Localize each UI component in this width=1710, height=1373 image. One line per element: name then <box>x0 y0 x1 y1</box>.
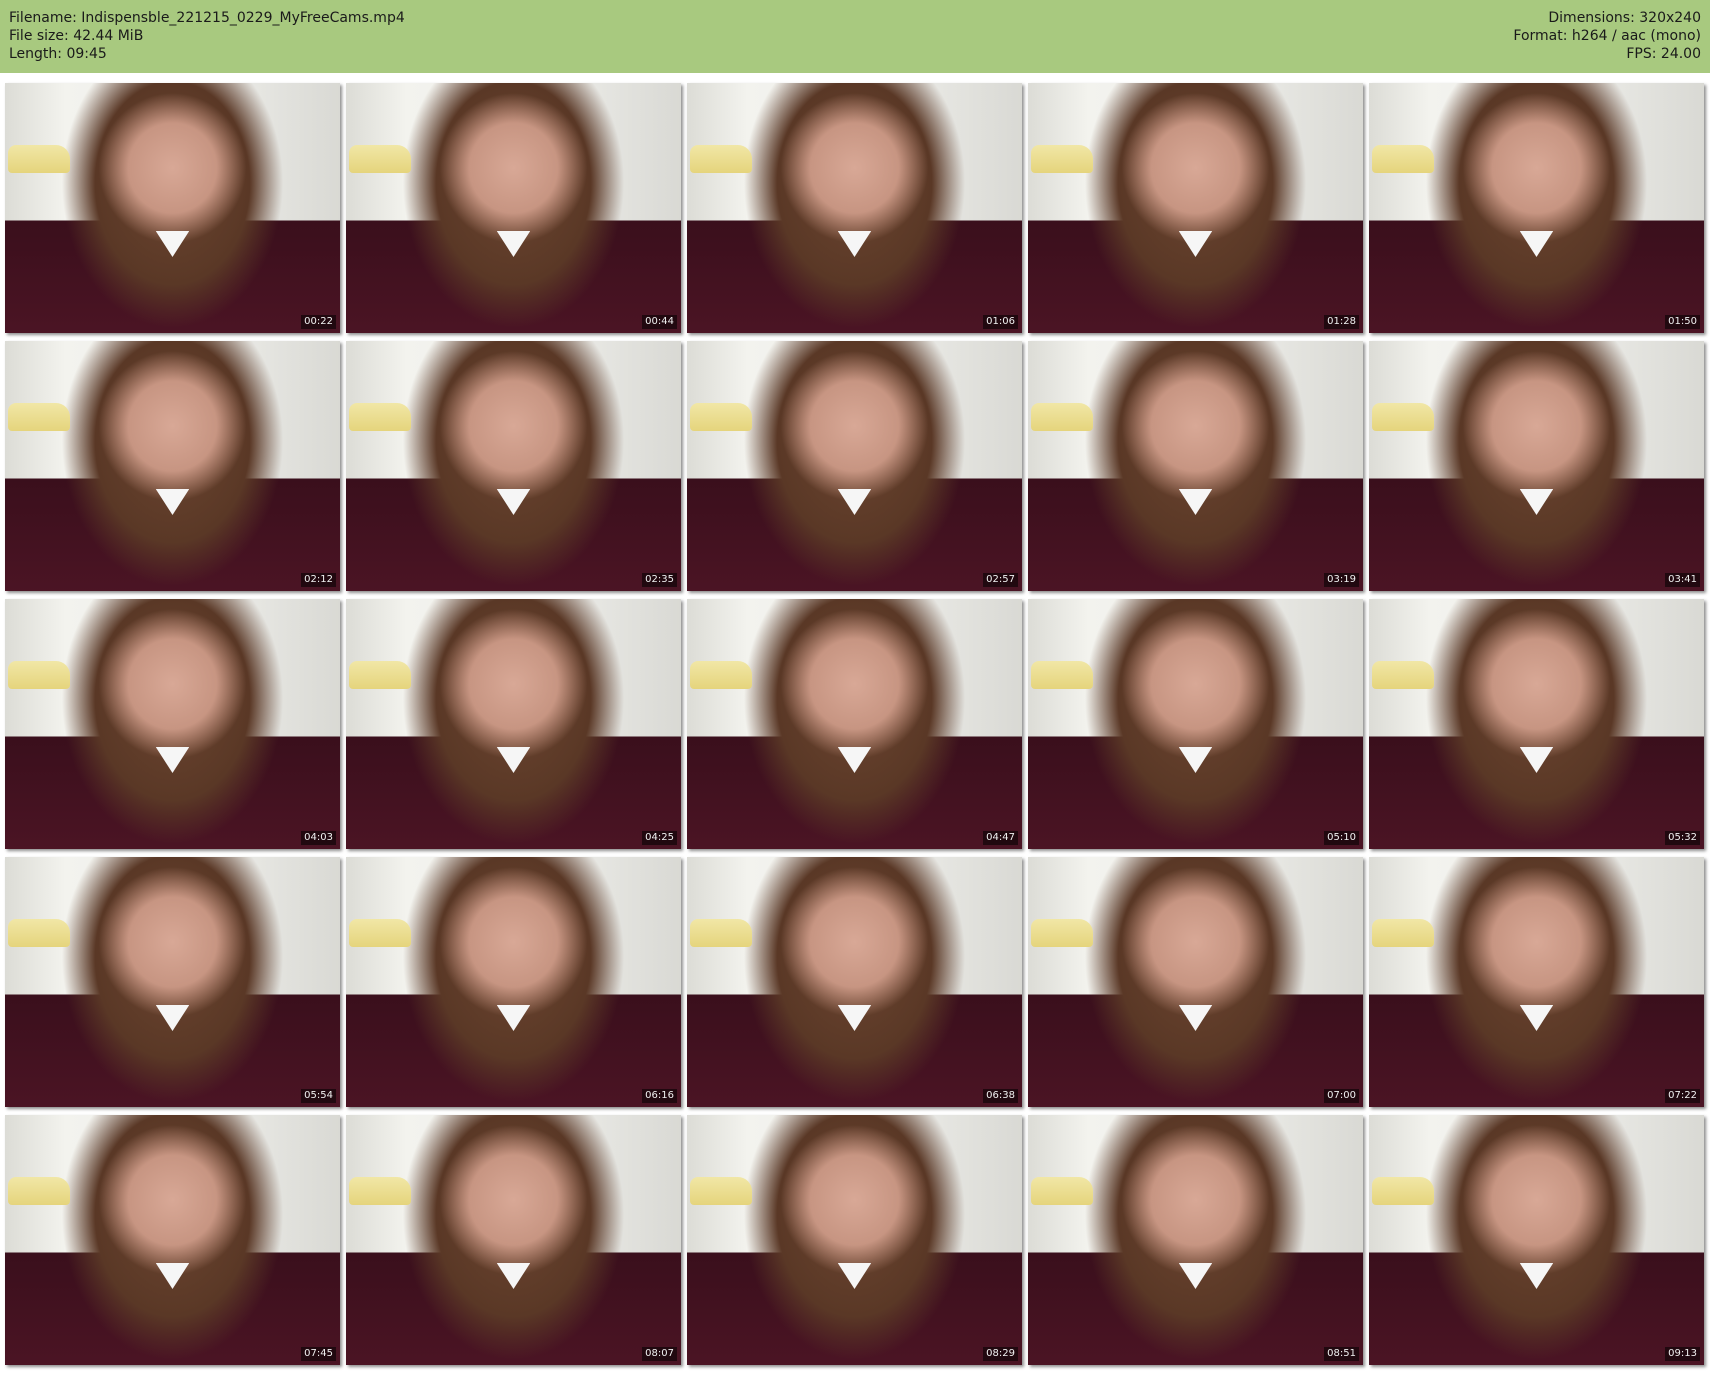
timestamp-label: 02:35 <box>642 573 677 587</box>
thumbnail-frame: 03:19 <box>1028 341 1363 591</box>
thumbnail-frame: 07:00 <box>1028 857 1363 1107</box>
timestamp-label: 00:22 <box>301 315 336 329</box>
timestamp-label: 07:00 <box>1324 1089 1359 1103</box>
header-right-info: Dimensions: 320x240 Format: h264 / aac (… <box>1513 9 1701 63</box>
timestamp-label: 01:28 <box>1324 315 1359 329</box>
timestamp-label: 06:16 <box>642 1089 677 1103</box>
thumbnail-frame: 04:25 <box>346 599 681 849</box>
thumbnail-frame: 03:41 <box>1369 341 1704 591</box>
thumbnail-frame: 05:54 <box>5 857 340 1107</box>
header-left-info: Filename: Indispensble_221215_0229_MyFre… <box>9 9 405 63</box>
timestamp-label: 07:45 <box>301 1347 336 1361</box>
thumbnail-frame: 09:13 <box>1369 1115 1704 1365</box>
fps-label: FPS: 24.00 <box>1626 46 1701 62</box>
timestamp-label: 04:47 <box>983 831 1018 845</box>
thumbnail-frame: 04:03 <box>5 599 340 849</box>
format-label: Format: h264 / aac (mono) <box>1513 28 1701 44</box>
timestamp-label: 06:38 <box>983 1089 1018 1103</box>
thumbnail-frame: 08:07 <box>346 1115 681 1365</box>
length-label: Length: 09:45 <box>9 46 107 62</box>
timestamp-label: 05:32 <box>1665 831 1700 845</box>
timestamp-label: 00:44 <box>642 315 677 329</box>
timestamp-label: 03:41 <box>1665 573 1700 587</box>
timestamp-label: 04:03 <box>301 831 336 845</box>
timestamp-label: 08:29 <box>983 1347 1018 1361</box>
timestamp-label: 05:10 <box>1324 831 1359 845</box>
timestamp-label: 07:22 <box>1665 1089 1700 1103</box>
timestamp-label: 05:54 <box>301 1089 336 1103</box>
timestamp-label: 02:12 <box>301 573 336 587</box>
thumbnail-frame: 06:38 <box>687 857 1022 1107</box>
filesize-label: File size: 42.44 MiB <box>9 28 144 44</box>
thumbnail-frame: 07:22 <box>1369 857 1704 1107</box>
thumbnail-frame: 06:16 <box>346 857 681 1107</box>
thumbnail-frame: 02:35 <box>346 341 681 591</box>
thumbnail-frame: 00:22 <box>5 83 340 333</box>
thumbnail-frame: 08:29 <box>687 1115 1022 1365</box>
thumbnail-frame: 07:45 <box>5 1115 340 1365</box>
timestamp-label: 04:25 <box>642 831 677 845</box>
thumbnail-frame: 05:10 <box>1028 599 1363 849</box>
thumbnail-frame: 01:28 <box>1028 83 1363 333</box>
thumbnail-frame: 01:06 <box>687 83 1022 333</box>
timestamp-label: 02:57 <box>983 573 1018 587</box>
thumbnail-frame: 08:51 <box>1028 1115 1363 1365</box>
timestamp-label: 01:50 <box>1665 315 1700 329</box>
dimensions-label: Dimensions: 320x240 <box>1548 10 1701 26</box>
timestamp-label: 08:51 <box>1324 1347 1359 1361</box>
timestamp-label: 01:06 <box>983 315 1018 329</box>
thumbnail-frame: 05:32 <box>1369 599 1704 849</box>
thumbnail-frame: 00:44 <box>346 83 681 333</box>
timestamp-label: 09:13 <box>1665 1347 1700 1361</box>
timestamp-label: 03:19 <box>1324 573 1359 587</box>
thumbnail-frame: 04:47 <box>687 599 1022 849</box>
thumbnail-frame: 02:57 <box>687 341 1022 591</box>
video-info-header: Filename: Indispensble_221215_0229_MyFre… <box>0 0 1710 73</box>
thumbnail-grid: 00:22 00:44 01:06 01:28 01:50 02:12 02:3… <box>5 83 1704 1365</box>
thumbnail-frame: 01:50 <box>1369 83 1704 333</box>
timestamp-label: 08:07 <box>642 1347 677 1361</box>
thumbnail-frame: 02:12 <box>5 341 340 591</box>
filename-label: Filename: Indispensble_221215_0229_MyFre… <box>9 10 405 26</box>
